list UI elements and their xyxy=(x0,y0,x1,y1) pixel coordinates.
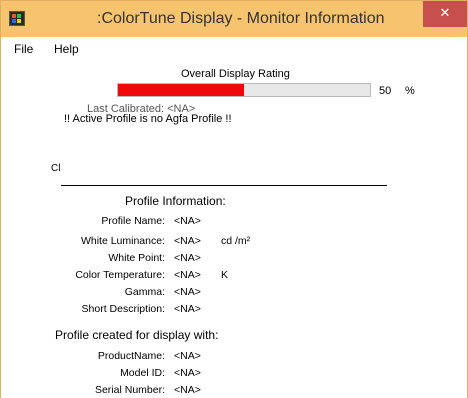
rating-label: Overall Display Rating xyxy=(181,68,290,80)
profile-info-title: Profile Information: xyxy=(125,194,226,208)
close-icon: ✕ xyxy=(439,5,451,20)
profile-name-label: Profile Name: xyxy=(101,215,165,227)
section-divider xyxy=(61,185,387,186)
rating-value: 50 xyxy=(379,85,392,97)
close-button[interactable]: ✕ xyxy=(423,1,467,27)
white-luminance-label: White Luminance: xyxy=(80,235,165,247)
serial-number-label: Serial Number: xyxy=(94,384,165,396)
window-title: :ColorTune Display - Monitor Information xyxy=(97,10,385,27)
menu-bar: File Help xyxy=(1,37,467,59)
white-luminance-value: <NA> xyxy=(174,235,201,247)
app-icon[interactable] xyxy=(9,11,25,26)
short-description-label: Short Description: xyxy=(81,303,165,315)
partial-label: Cl xyxy=(51,163,61,174)
rating-progress-bar xyxy=(117,83,371,97)
gamma-value: <NA> xyxy=(174,286,201,298)
menu-help[interactable]: Help xyxy=(54,42,79,56)
rating-unit: % xyxy=(405,85,415,97)
profile-warning: !! Active Profile is no Agfa Profile !! xyxy=(64,113,232,125)
model-id-value: <NA> xyxy=(174,367,201,379)
display-info-title: Profile created for display with: xyxy=(55,328,219,342)
product-name-label: ProductName: xyxy=(97,350,165,362)
white-point-label: White Point: xyxy=(108,252,165,264)
app-window: :ColorTune Display - Monitor Information… xyxy=(0,0,468,398)
color-temperature-label: Color Temperature: xyxy=(75,269,165,281)
gamma-label: Gamma: xyxy=(124,286,165,298)
short-description-value: <NA> xyxy=(174,303,201,315)
color-temperature-value: <NA> xyxy=(174,269,201,281)
model-id-label: Model ID: xyxy=(120,367,165,379)
menu-file[interactable]: File xyxy=(14,42,33,56)
product-name-value: <NA> xyxy=(174,350,201,362)
profile-name-value: <NA> xyxy=(174,215,201,227)
rating-progress-fill xyxy=(118,84,244,96)
title-bar[interactable]: :ColorTune Display - Monitor Information… xyxy=(1,1,467,37)
white-luminance-unit: cd /m² xyxy=(221,235,251,247)
serial-number-value: <NA> xyxy=(174,384,201,396)
white-point-value: <NA> xyxy=(174,252,201,264)
color-temperature-unit: K xyxy=(221,269,229,281)
